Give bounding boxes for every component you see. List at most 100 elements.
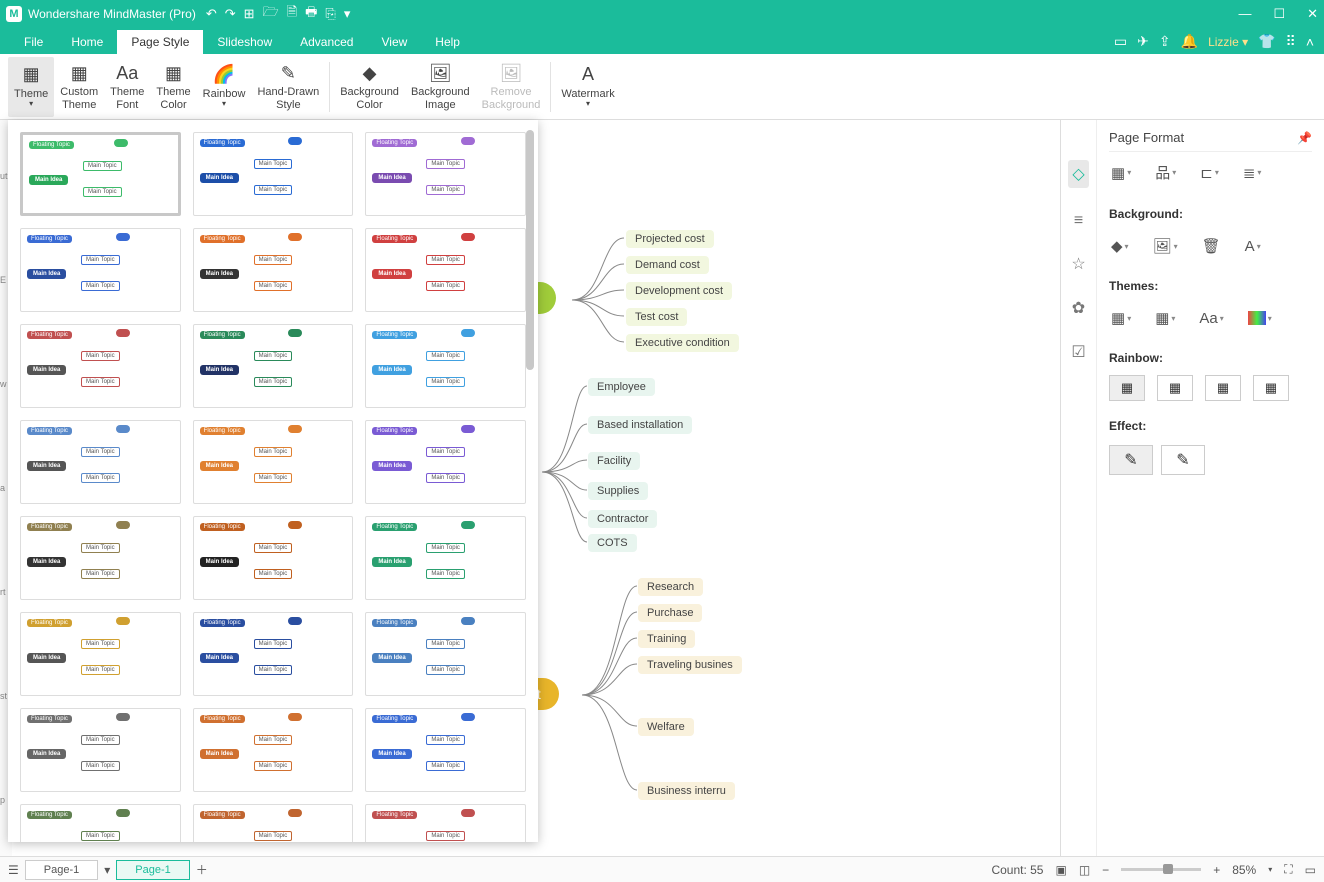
theme-thumbnail[interactable]: Floating TopicMain IdeaMain TopicMain To… [20,708,181,792]
tab-tasks-icon[interactable]: ☑ [1071,342,1085,362]
user-menu[interactable]: Lizzie ▾ [1208,35,1248,49]
tab-icons-icon[interactable]: ☆ [1071,254,1085,274]
ribbon-theme[interactable]: ▦Theme▾ [8,57,54,117]
theme-gallery-popup[interactable]: Floating TopicMain IdeaMain TopicMain To… [8,120,538,842]
sheet-tab-1[interactable]: Page-1 [25,860,98,880]
leaf[interactable]: Facility [588,452,640,470]
theme-thumbnail[interactable]: Floating TopicMain IdeaMain TopicMain To… [20,612,181,696]
leaf[interactable]: Contractor [588,510,657,528]
maximize-button[interactable]: ☐ [1273,6,1285,22]
qat-dropdown-icon[interactable]: ▾ [344,6,351,22]
theme-thumbnail[interactable]: Floating TopicMain IdeaMain TopicMain To… [20,516,181,600]
present-icon[interactable]: ▭ [1114,33,1127,50]
rainbow-opt3[interactable]: ▦ [1205,375,1241,401]
tool-numbering[interactable]: ≣▾ [1243,162,1262,183]
theme-scrollbar[interactable] [526,130,534,370]
tool-theme-colors[interactable]: ▾ [1248,309,1272,327]
theme-thumbnail[interactable]: Floating TopicMain IdeaMain TopicMain To… [193,420,354,504]
tool-connector[interactable]: ⊏▾ [1200,162,1219,183]
theme-thumbnail[interactable]: Floating TopicMain IdeaMain TopicMain To… [20,804,181,842]
theme-thumbnail[interactable]: Floating TopicMain IdeaMain TopicMain To… [20,228,181,312]
effect-hand-drawn[interactable]: ✎ [1161,445,1205,475]
tool-bg-image[interactable]: 🖼▾ [1153,237,1178,255]
effect-straight[interactable]: ✎ [1109,445,1153,475]
leaf[interactable]: Executive condition [626,334,739,352]
ribbon-bg-image[interactable]: 🖼Background Image [405,57,476,117]
leaf[interactable]: Based installation [588,416,692,434]
leaf[interactable]: Business interru [638,782,735,800]
tool-bg-remove[interactable]: 🗑 [1202,237,1221,255]
tool-bg-fill[interactable]: ◆▾ [1111,237,1129,255]
theme-thumbnail[interactable]: Floating TopicMain IdeaMain TopicMain To… [193,516,354,600]
tool-theme-custom[interactable]: ▦▾ [1155,309,1175,327]
menu-file[interactable]: File [10,30,57,54]
leaf[interactable]: Welfare [638,718,694,736]
zoom-in-button[interactable]: + [1213,863,1220,877]
theme-thumbnail[interactable]: Floating TopicMain IdeaMain TopicMain To… [20,420,181,504]
theme-thumbnail[interactable]: Floating TopicMain IdeaMain TopicMain To… [365,324,526,408]
leaf[interactable]: Demand cost [626,256,709,274]
tab-format-icon[interactable]: ◇ [1068,160,1088,188]
tab-outline-icon[interactable]: ≡ [1074,212,1083,230]
redo-icon[interactable]: ↷ [225,6,236,22]
tool-bg-watermark[interactable]: A▾ [1245,237,1261,255]
menu-slideshow[interactable]: Slideshow [203,30,286,54]
ribbon-watermark[interactable]: AWatermark▾ [555,57,620,117]
bell-icon[interactable]: 🔔 [1181,33,1198,50]
menu-page-style[interactable]: Page Style [117,30,203,54]
theme-thumbnail[interactable]: Floating TopicMain IdeaMain TopicMain To… [365,228,526,312]
undo-icon[interactable]: ↶ [206,6,217,22]
theme-thumbnail[interactable]: Floating TopicMain IdeaMain TopicMain To… [20,132,181,216]
zoom-level[interactable]: 85% [1232,863,1256,877]
sheet-tab-active[interactable]: Page-1 [116,860,189,880]
ribbon-bg-color[interactable]: ◆Background Color [334,57,405,117]
fit-page-icon[interactable]: ▣ [1055,863,1066,877]
ribbon-theme-font[interactable]: AaTheme Font [104,57,150,117]
share-icon[interactable]: ⇪ [1159,33,1171,50]
print-icon[interactable]: 🖶 [305,3,317,25]
tool-structure[interactable]: 品▾ [1155,162,1176,183]
leaf[interactable]: COTS [588,534,637,552]
theme-thumbnail[interactable]: Floating TopicMain IdeaMain TopicMain To… [193,324,354,408]
theme-thumbnail[interactable]: Floating TopicMain IdeaMain TopicMain To… [193,228,354,312]
ribbon-custom-theme[interactable]: ▦Custom Theme [54,57,104,117]
tool-layout[interactable]: ▦▾ [1111,162,1131,183]
theme-thumbnail[interactable]: Floating TopicMain IdeaMain TopicMain To… [193,132,354,216]
minimize-button[interactable]: — [1238,6,1251,22]
theme-thumbnail[interactable]: Floating TopicMain IdeaMain TopicMain To… [20,324,181,408]
fullscreen-icon[interactable]: ⛶ [1284,862,1292,877]
menu-help[interactable]: Help [421,30,474,54]
fit-width-icon[interactable]: ◫ [1079,863,1090,877]
close-button[interactable]: ✕ [1307,6,1318,22]
leaf[interactable]: Development cost [626,282,732,300]
leaf[interactable]: Research [638,578,703,596]
export-icon[interactable]: ⎘ [325,6,335,22]
tool-theme-gallery[interactable]: ▦▾ [1111,309,1131,327]
leaf[interactable]: Purchase [638,604,702,622]
theme-thumbnail[interactable]: Floating TopicMain IdeaMain TopicMain To… [365,804,526,842]
leaf[interactable]: Projected cost [626,230,714,248]
sheet-dropdown-icon[interactable]: ▾ [104,863,110,877]
collapse-ribbon-icon[interactable]: ˄ [1306,34,1314,50]
leaf[interactable]: Traveling busines [638,656,742,674]
leaf[interactable]: Supplies [588,482,648,500]
rainbow-opt4[interactable]: ▦ [1253,375,1289,401]
open-icon[interactable]: 🗁 [263,3,279,25]
ribbon-rainbow[interactable]: 🌈Rainbow▾ [197,57,252,117]
menu-advanced[interactable]: Advanced [286,30,367,54]
zoom-slider[interactable] [1121,868,1201,871]
send-icon[interactable]: ✈ [1137,33,1149,50]
outline-view-icon[interactable]: ☰ [8,863,19,877]
pin-icon[interactable]: 📌 [1297,131,1312,145]
menu-home[interactable]: Home [57,30,117,54]
tab-clipart-icon[interactable]: ✿ [1072,298,1085,318]
theme-thumbnail[interactable]: Floating TopicMain IdeaMain TopicMain To… [365,612,526,696]
theme-thumbnail[interactable]: Floating TopicMain IdeaMain TopicMain To… [193,612,354,696]
theme-thumbnail[interactable]: Floating TopicMain IdeaMain TopicMain To… [193,708,354,792]
appearance-icon[interactable]: 👕 [1258,33,1275,50]
leaf[interactable]: Employee [588,378,655,396]
ribbon-hand-drawn[interactable]: ✎Hand-Drawn Style [251,57,325,117]
theme-thumbnail[interactable]: Floating TopicMain IdeaMain TopicMain To… [193,804,354,842]
rainbow-none[interactable]: ▦ [1109,375,1145,401]
zoom-out-button[interactable]: − [1102,863,1109,877]
